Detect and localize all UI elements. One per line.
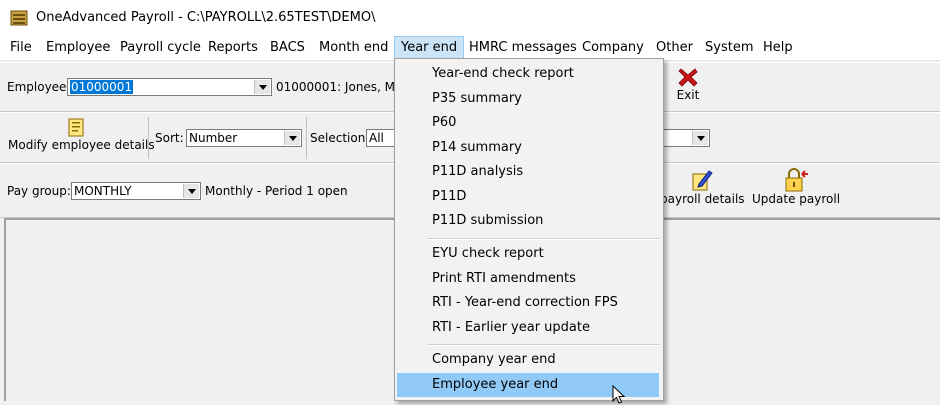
sort-select[interactable]: Number	[186, 129, 302, 147]
chevron-down-icon[interactable]	[284, 131, 300, 145]
menu-item-rti-earlier-year-update[interactable]: RTI - Earlier year update	[397, 316, 659, 340]
menu-company[interactable]: Company	[576, 36, 650, 60]
sort-select-value: Number	[189, 131, 238, 145]
menu-separator	[427, 344, 659, 346]
menu-item-p11d[interactable]: P11D	[397, 185, 659, 209]
exit-button[interactable]: Exit	[668, 66, 708, 102]
paygroup-select[interactable]: MONTHLY	[71, 182, 201, 200]
menu-bacs[interactable]: BACS	[264, 36, 311, 60]
period-status: Monthly - Period 1 open	[205, 184, 348, 198]
menu-month-end[interactable]: Month end	[313, 36, 394, 60]
menu-help[interactable]: Help	[757, 36, 799, 60]
employee-select-value: 01000001	[70, 80, 134, 94]
menu-item-company-year-end[interactable]: Company year end	[397, 348, 659, 372]
menu-payroll-cycle[interactable]: Payroll cycle	[114, 36, 207, 60]
menu-item-p60[interactable]: P60	[397, 111, 659, 135]
menu-other[interactable]: Other	[650, 36, 699, 60]
selection-label: Selection:	[310, 131, 370, 145]
chevron-down-icon[interactable]	[254, 80, 270, 94]
year-end-menu: Year-end check report P35 summary P60 P1…	[394, 58, 664, 401]
employee-label: Employee:	[7, 80, 71, 94]
update-payroll-label: Update payroll	[752, 192, 841, 206]
mouse-cursor-icon	[612, 385, 626, 404]
window-title: OneAdvanced Payroll - C:\PAYROLL\2.65TES…	[36, 10, 376, 25]
menu-employee[interactable]: Employee	[40, 36, 116, 60]
chevron-down-icon[interactable]	[183, 184, 199, 198]
menu-item-eyu-check-report[interactable]: EYU check report	[397, 242, 659, 266]
update-payroll-button[interactable]: Update payroll	[752, 168, 841, 206]
modify-employee-button[interactable]: Modify employee details	[8, 118, 155, 152]
payroll-details-label: payroll details	[660, 192, 745, 206]
menu-item-p14-summary[interactable]: P14 summary	[397, 136, 659, 160]
menu-item-p35-summary[interactable]: P35 summary	[397, 87, 659, 111]
modify-employee-label: Modify employee details	[8, 138, 155, 152]
title-bar: OneAdvanced Payroll - C:\PAYROLL\2.65TES…	[0, 0, 940, 36]
menu-item-p11d-submission[interactable]: P11D submission	[397, 209, 659, 233]
menu-separator	[427, 238, 659, 240]
paygroup-select-value: MONTHLY	[74, 184, 132, 198]
selection-select-value: All	[369, 131, 384, 145]
menu-system[interactable]: System	[699, 36, 759, 60]
document-edit-icon	[68, 118, 84, 137]
chevron-down-icon[interactable]	[692, 131, 708, 145]
lock-icon	[785, 168, 808, 192]
menu-item-print-rti-amendments[interactable]: Print RTI amendments	[397, 267, 659, 291]
sort-label: Sort:	[155, 131, 184, 145]
menu-item-p11d-analysis[interactable]: P11D analysis	[397, 160, 659, 184]
exit-icon	[678, 68, 698, 87]
menu-file[interactable]: File	[4, 36, 38, 60]
employee-select[interactable]: 01000001	[67, 78, 272, 96]
payroll-details-button[interactable]: payroll details	[660, 168, 745, 206]
app-logo-icon	[10, 10, 28, 26]
employee-description: 01000001: Jones, Mr	[276, 80, 400, 94]
paygroup-label: Pay group:	[7, 184, 71, 198]
menu-reports[interactable]: Reports	[202, 36, 264, 60]
menu-hmrc-messages[interactable]: HMRC messages	[463, 36, 583, 60]
exit-label: Exit	[676, 88, 700, 102]
menu-item-year-end-check-report[interactable]: Year-end check report	[397, 62, 659, 86]
pen-document-icon	[692, 170, 713, 191]
menu-item-rti-year-end-correction-fps[interactable]: RTI - Year-end correction FPS	[397, 291, 659, 315]
menu-year-end[interactable]: Year end	[394, 36, 465, 60]
